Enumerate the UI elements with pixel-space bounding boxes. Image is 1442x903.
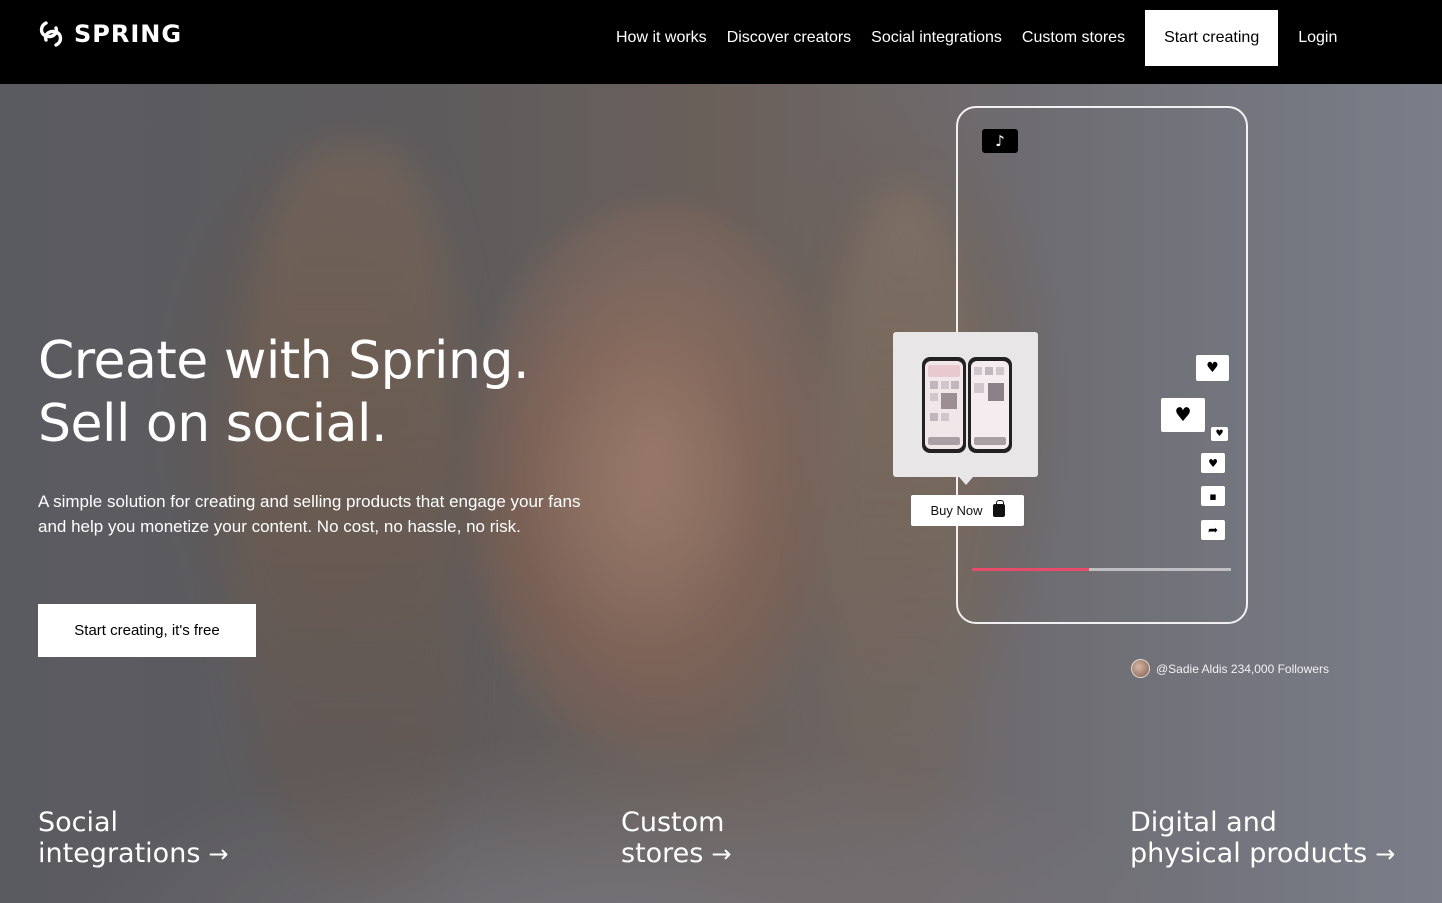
product-card[interactable] [893,332,1038,485]
video-progress-bar[interactable] [972,568,1231,571]
logo-text: SPRING [74,20,183,48]
tiktok-icon: ♪ [982,129,1018,153]
creator-badge: @Sadie Aldis 234,000 Followers [1131,659,1329,678]
spring-logo-icon [39,21,63,47]
nav-link-how-it-works[interactable]: How it works [606,29,717,47]
headline-line-1: Create with Spring. [38,331,530,391]
buy-now-label: Buy Now [930,503,983,518]
phone-case-product-image [921,356,1012,453]
video-progress-fill [972,568,1089,571]
buy-now-button[interactable]: Buy Now [911,495,1024,526]
digital-physical-products-link[interactable]: Digital and physical products → [1130,807,1395,870]
arrow-right-icon: → [711,840,732,868]
heart-icon[interactable]: ♥ [1196,355,1229,381]
social-integrations-link[interactable]: Social integrations → [38,807,229,870]
login-link[interactable]: Login [1288,29,1347,47]
start-creating-free-button[interactable]: Start creating, it's free [38,604,256,657]
nav-link-social-integrations[interactable]: Social integrations [861,29,1012,47]
creator-handle: @Sadie Aldis 234,000 Followers [1156,661,1329,676]
arrow-right-icon: → [208,840,229,868]
comment-icon[interactable]: ▪ [1201,486,1225,506]
heart-icon[interactable]: ♥ [1201,453,1225,473]
start-creating-button[interactable]: Start creating [1145,10,1279,66]
top-navigation: SPRING How it works Discover creators So… [0,0,1442,84]
page: SPRING How it works Discover creators So… [0,0,1442,903]
heart-icon[interactable]: ♥ [1211,427,1228,441]
custom-stores-link[interactable]: Custom stores → [621,807,731,870]
nav-link-custom-stores[interactable]: Custom stores [1012,29,1135,47]
avatar [1131,659,1150,678]
nav-links: How it works Discover creators Social in… [606,10,1347,66]
share-icon[interactable]: ➦ [1201,520,1225,540]
hero-subtext: A simple solution for creating and selli… [38,492,581,536]
shopping-bag-icon [992,500,1005,517]
headline-line-2: Sell on social. [38,394,388,454]
logo[interactable]: SPRING [38,20,182,48]
heart-icon[interactable]: ♥ [1161,398,1205,432]
hero-headline: Create with Spring. Sell on social. [38,330,530,456]
arrow-right-icon: → [1375,840,1396,868]
nav-link-discover-creators[interactable]: Discover creators [717,29,861,47]
